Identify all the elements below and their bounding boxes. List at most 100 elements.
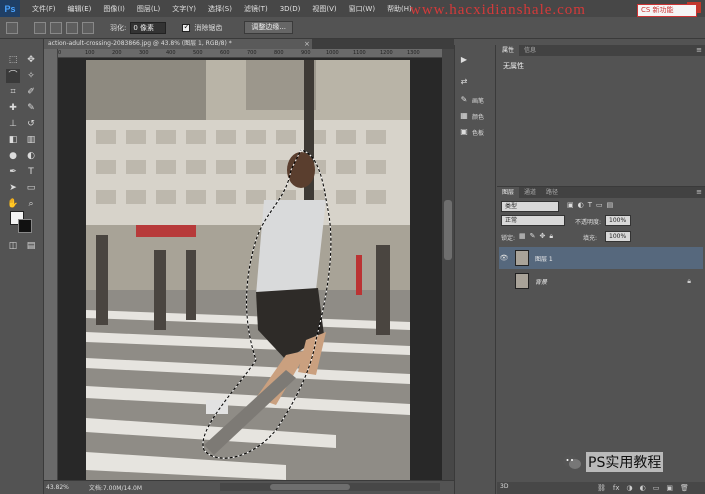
vertical-scroll-thumb[interactable] — [444, 200, 452, 260]
document-info[interactable]: 文档:7.00M/14.0M — [89, 483, 142, 492]
feather-label: 羽化: — [110, 23, 127, 32]
subtract-selection-icon[interactable] — [66, 21, 78, 34]
tab-channels[interactable]: 通道 — [519, 187, 541, 198]
canvas-area[interactable] — [58, 58, 442, 480]
dock-swatches[interactable]: ▣ 色板 — [459, 127, 484, 137]
eye-icon[interactable]: 👁︎ — [499, 254, 509, 262]
skateboarder-photo — [86, 60, 410, 480]
menu-layer[interactable]: 图层(L) — [131, 4, 166, 14]
menu-select[interactable]: 选择(S) — [202, 4, 238, 14]
trash-icon[interactable]: 🗑︎ — [680, 484, 689, 492]
lock-image-icon[interactable]: ✎ — [530, 232, 536, 241]
fx-icon[interactable]: fx — [613, 484, 620, 492]
filter-smart-icon[interactable]: ▤ — [607, 201, 614, 209]
layer-row-background[interactable]: 背景 🔒︎ — [499, 270, 703, 292]
menu-bar: Ps 文件(F) 编辑(E) 图像(I) 图层(L) 文字(Y) 选择(S) 滤… — [0, 0, 705, 17]
dock-brush[interactable]: ✎ 画笔 — [459, 95, 484, 105]
layer-name[interactable]: 图层 1 — [535, 254, 553, 263]
document-photo[interactable] — [86, 60, 410, 480]
screen-mode-icon[interactable]: ▤ — [24, 239, 38, 253]
ruler-tick: 0 — [58, 50, 62, 56]
quick-mask-icon[interactable]: ◫ — [6, 239, 20, 253]
brush-tool-icon[interactable]: ✎ — [24, 101, 38, 115]
filter-pixel-icon[interactable]: ▣ — [567, 201, 574, 209]
pen-tool-icon[interactable]: ✒ — [6, 165, 20, 179]
menu-filter[interactable]: 滤镜(T) — [238, 4, 274, 14]
new-layer-icon[interactable]: ▣ — [666, 484, 673, 492]
layer-thumbnail — [515, 250, 529, 266]
antialias-checkbox[interactable] — [182, 22, 191, 32]
filter-type-icon[interactable]: T — [588, 201, 592, 209]
zoom-tool-icon[interactable]: ⌕ — [24, 197, 38, 211]
fill-input[interactable]: 100% — [605, 231, 631, 242]
eraser-tool-icon[interactable]: ◧ — [6, 133, 20, 147]
tab-paths[interactable]: 路径 — [541, 187, 563, 198]
layers-panel: 图层 通道 路径 ≡ 类型 ▣ ◐ T ▭ ▤ 正常 不透明度: 100% 锁定… — [497, 186, 705, 494]
lock-icons: ▦ ✎ ✥ 🔒︎ — [519, 232, 553, 241]
menu-type[interactable]: 文字(Y) — [166, 4, 202, 14]
add-selection-icon[interactable] — [50, 21, 62, 34]
layer-name[interactable]: 背景 — [535, 277, 547, 286]
workspace-select[interactable]: CS 新功能 — [637, 4, 697, 17]
background-color-swatch[interactable] — [18, 219, 32, 233]
path-select-tool-icon[interactable]: ➤ — [6, 181, 20, 195]
zoom-level[interactable]: 43.82% — [46, 484, 69, 491]
menu-window[interactable]: 窗口(W) — [343, 4, 381, 14]
shape-tool-icon[interactable]: ▭ — [24, 181, 38, 195]
refine-edge-button[interactable]: 调整边缘... — [244, 21, 294, 34]
blend-mode-select[interactable]: 正常 — [501, 215, 565, 226]
dock-actions[interactable]: ▶ — [459, 55, 472, 65]
new-selection-icon[interactable] — [34, 21, 46, 34]
lasso-tool-icon[interactable]: ⌒ — [6, 69, 20, 83]
dodge-tool-icon[interactable]: ◐ — [24, 149, 38, 163]
layer-row-1[interactable]: 👁︎ 图层 1 — [499, 247, 703, 269]
stamp-tool-icon[interactable]: ⊥ — [6, 117, 20, 131]
hand-tool-icon[interactable]: ✋ — [6, 197, 20, 211]
marquee-tool-icon[interactable]: ⬚ — [6, 53, 20, 67]
lock-transparent-icon[interactable]: ▦ — [519, 232, 526, 241]
filter-adjust-icon[interactable]: ◐ — [578, 201, 584, 209]
vertical-scrollbar[interactable] — [442, 49, 454, 480]
lock-all-icon[interactable]: 🔒︎ — [549, 232, 553, 241]
lock-position-icon[interactable]: ✥ — [540, 232, 546, 241]
layers-menu-icon[interactable]: ≡ — [696, 187, 702, 198]
crop-tool-icon[interactable]: ⌗ — [6, 85, 20, 99]
bottom-3d-tab[interactable]: 3D — [500, 483, 508, 490]
gradient-tool-icon[interactable]: ▥ — [24, 133, 38, 147]
document-tab[interactable]: action-adult-crossing-2083866.jpg @ 43.8… — [44, 39, 312, 49]
menu-file[interactable]: 文件(F) — [26, 4, 62, 14]
tab-info[interactable]: 信息 — [519, 45, 541, 56]
healing-tool-icon[interactable]: ✚ — [6, 101, 20, 115]
tab-properties[interactable]: 属性 — [497, 45, 520, 56]
adjustment-layer-icon[interactable]: ◐ — [640, 484, 646, 492]
group-icon[interactable]: ▭ — [653, 484, 660, 492]
layer-filter-select[interactable]: 类型 — [501, 201, 559, 212]
mask-icon[interactable]: ◑ — [627, 484, 633, 492]
history-brush-tool-icon[interactable]: ↺ — [24, 117, 38, 131]
link-icon[interactable]: ⛓︎ — [597, 484, 606, 492]
lasso-tool-preset-icon[interactable] — [6, 21, 18, 34]
type-tool-icon[interactable]: T — [24, 165, 38, 179]
antialias-label: 消除锯齿 — [194, 23, 223, 32]
dock-color[interactable]: ▦ 颜色 — [459, 111, 484, 121]
horizontal-scroll-thumb[interactable] — [270, 484, 350, 490]
intersect-selection-icon[interactable] — [82, 21, 94, 34]
document-close-icon[interactable]: × — [304, 39, 310, 49]
dock-adjustments[interactable]: ⇄ — [459, 77, 472, 87]
filter-shape-icon[interactable]: ▭ — [596, 201, 603, 209]
eyedropper-tool-icon[interactable]: ✐ — [24, 85, 38, 99]
menu-edit[interactable]: 编辑(E) — [62, 4, 98, 14]
quick-select-tool-icon[interactable]: ✧ — [24, 69, 38, 83]
menu-image[interactable]: 图像(I) — [97, 4, 131, 14]
move-tool-icon[interactable]: ✥ — [24, 53, 38, 67]
menu-view[interactable]: 视图(V) — [306, 4, 342, 14]
feather-input[interactable]: 0 像素 — [130, 21, 167, 34]
menu-3d[interactable]: 3D(D) — [274, 5, 307, 13]
fill-label: 填充: — [583, 235, 598, 242]
tab-layers[interactable]: 图层 — [497, 187, 520, 198]
opacity-input[interactable]: 100% — [605, 215, 631, 226]
brand-text: PS实用教程 — [586, 452, 664, 472]
panel-menu-icon[interactable]: ≡ — [696, 45, 702, 56]
styles-icon: ▣ — [460, 127, 468, 136]
blur-tool-icon[interactable]: ● — [6, 149, 20, 163]
